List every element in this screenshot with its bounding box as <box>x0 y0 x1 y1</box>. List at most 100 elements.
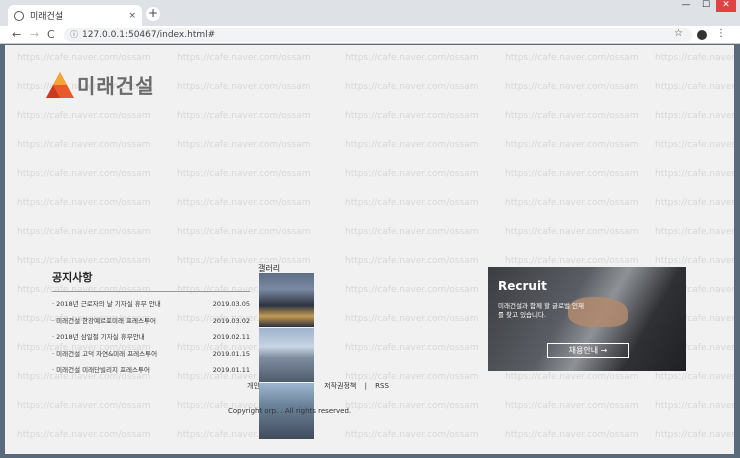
notice-item-date: 2019.01.11 <box>212 366 250 374</box>
watermark-text: https://cafe.naver.com/ossam <box>177 256 311 266</box>
logo-triangle-icon <box>46 71 74 98</box>
maximize-button[interactable]: ☐ <box>696 0 716 12</box>
notice-item[interactable]: · 2018년 근로자의 날 기자실 휴무 안내 2019.03.05 <box>52 296 250 313</box>
tab-close-icon[interactable]: × <box>128 11 136 21</box>
notice-item[interactable]: · 미래건설 미래단빌리지 프레스투어 2019.01.11 <box>52 362 250 379</box>
watermark-text: https://cafe.naver.com/ossam <box>655 53 734 63</box>
copyright-text: Copyright orp. . All rights reserved. <box>228 407 352 415</box>
forward-button[interactable]: → <box>30 28 39 41</box>
site-logo[interactable]: 미래건설 <box>45 70 155 99</box>
watermark-text: https://cafe.naver.com/ossam <box>177 53 311 63</box>
notice-board: 공지사항 · 2018년 근로자의 날 기자실 휴무 안내 2019.03.05 … <box>52 269 250 379</box>
watermark-text: https://cafe.naver.com/ossam <box>505 140 639 150</box>
browser-menu-icon[interactable]: ⋮ <box>716 28 726 39</box>
notice-item-title: · 미래건설 한강예르포미래 프레스투어 <box>52 316 156 325</box>
watermark-text: https://cafe.naver.com/ossam <box>505 169 639 179</box>
watermark-text: https://cafe.naver.com/ossam <box>17 401 151 411</box>
footer-divider: | <box>364 382 367 390</box>
recruit-button[interactable]: 채용안내 → <box>547 343 629 358</box>
recruit-banner[interactable]: Recruit 미래건설과 함께 할 글로벌 인재를 찾고 있습니다. 채용안내… <box>488 267 686 371</box>
watermark-text: https://cafe.naver.com/ossam <box>655 169 734 179</box>
watermark-text: https://cafe.naver.com/ossam <box>17 169 151 179</box>
watermark-text: https://cafe.naver.com/ossam <box>17 198 151 208</box>
window-controls: — ☐ ✕ <box>676 0 736 12</box>
watermark-text: https://cafe.naver.com/ossam <box>505 372 639 382</box>
watermark-text: https://cafe.naver.com/ossam <box>345 285 479 295</box>
footer-links: 개인 저작권정책 | RSS <box>247 381 395 391</box>
footer-link-rss[interactable]: RSS <box>375 382 389 390</box>
watermark-text: https://cafe.naver.com/ossam <box>345 227 479 237</box>
url-text: 127.0.0.1:50467/index.html# <box>82 30 216 40</box>
recruit-text: 미래건설과 함께 할 글로벌 인재를 찾고 있습니다. <box>498 302 585 319</box>
watermark-text: https://cafe.naver.com/ossam <box>505 198 639 208</box>
minimize-button[interactable]: — <box>676 0 696 12</box>
watermark-text: https://cafe.naver.com/ossam <box>655 111 734 121</box>
watermark-text: https://cafe.naver.com/ossam <box>177 198 311 208</box>
watermark-text: https://cafe.naver.com/ossam <box>345 314 479 324</box>
footer-link-privacy[interactable]: 개인 <box>247 382 260 390</box>
watermark-text: https://cafe.naver.com/ossam <box>17 227 151 237</box>
watermark-text: https://cafe.naver.com/ossam <box>655 198 734 208</box>
watermark-text: https://cafe.naver.com/ossam <box>17 430 151 440</box>
watermark-text: https://cafe.naver.com/ossam <box>655 430 734 440</box>
notice-item[interactable]: · 2018년 삼일절 기자실 휴무안내 2019.02.11 <box>52 329 250 346</box>
reload-button[interactable]: C <box>47 28 55 41</box>
watermark-text: https://cafe.naver.com/ossam <box>505 401 639 411</box>
watermark-text: https://cafe.naver.com/ossam <box>345 401 479 411</box>
notice-item-title: · 미래건설 고덕 자연&미래 프레스투어 <box>52 349 158 358</box>
watermark-text: https://cafe.naver.com/ossam <box>17 53 151 63</box>
notice-list: · 2018년 근로자의 날 기자실 휴무 안내 2019.03.05 · 미래건… <box>52 296 250 379</box>
watermark-text: https://cafe.naver.com/ossam <box>655 140 734 150</box>
notice-item-title: · 2018년 삼일절 기자실 휴무안내 <box>52 333 145 341</box>
watermark-text: https://cafe.naver.com/ossam <box>177 111 311 121</box>
watermark-text: https://cafe.naver.com/ossam <box>505 227 639 237</box>
notice-item[interactable]: · 미래건설 한강예르포미래 프레스투어 2019.03.02 <box>52 313 250 330</box>
gallery-thumbnail[interactable] <box>259 273 314 327</box>
page-viewport: https://cafe.naver.com/ossam https://cafe… <box>5 45 734 454</box>
logo-text: 미래건설 <box>77 74 155 98</box>
tab-title: 미래건설 <box>30 12 64 22</box>
address-bar: ← → C ⓘ 127.0.0.1:50467/index.html# ☆ ⋮ <box>0 26 740 44</box>
watermark-text: https://cafe.naver.com/ossam <box>655 256 734 266</box>
watermark-text: https://cafe.naver.com/ossam <box>345 430 479 440</box>
notice-item-date: 2019.01.15 <box>212 349 250 358</box>
browser-tabbar: 미래건설 × + — ☐ ✕ <box>0 0 740 26</box>
info-icon: ⓘ <box>70 30 78 39</box>
watermark-text: https://cafe.naver.com/ossam <box>655 372 734 382</box>
notice-item-date: 2019.02.11 <box>212 333 250 341</box>
profile-icon[interactable] <box>697 30 707 40</box>
watermark-text: https://cafe.naver.com/ossam <box>17 111 151 121</box>
notice-item-date: 2019.03.05 <box>212 300 250 308</box>
watermark-text: https://cafe.naver.com/ossam <box>505 111 639 121</box>
notice-item-date: 2019.03.02 <box>212 316 250 325</box>
watermark-text: https://cafe.naver.com/ossam <box>345 111 479 121</box>
close-window-button[interactable]: ✕ <box>716 0 736 12</box>
watermark-text: https://cafe.naver.com/ossam <box>345 53 479 63</box>
watermark-text: https://cafe.naver.com/ossam <box>655 82 734 92</box>
watermark-text: https://cafe.naver.com/ossam <box>345 256 479 266</box>
footer-link-copyright-policy[interactable]: 저작권정책 <box>324 382 356 390</box>
new-tab-button[interactable]: + <box>146 7 160 21</box>
watermark-text: https://cafe.naver.com/ossam <box>505 256 639 266</box>
watermark-text: https://cafe.naver.com/ossam <box>345 82 479 92</box>
notice-title[interactable]: 공지사항 <box>52 269 250 292</box>
notice-item[interactable]: · 미래건설 고덕 자연&미래 프레스투어 2019.01.15 <box>52 346 250 363</box>
watermark-text: https://cafe.naver.com/ossam <box>505 430 639 440</box>
globe-icon <box>14 10 24 21</box>
browser-tab[interactable]: 미래건설 × <box>8 5 142 26</box>
watermark-text: https://cafe.naver.com/ossam <box>505 82 639 92</box>
watermark-text: https://cafe.naver.com/ossam <box>17 140 151 150</box>
watermark-text: https://cafe.naver.com/ossam <box>345 169 479 179</box>
back-button[interactable]: ← <box>12 28 21 41</box>
notice-item-title: · 2018년 근로자의 날 기자실 휴무 안내 <box>52 300 161 308</box>
url-field[interactable]: ⓘ 127.0.0.1:50467/index.html# <box>64 28 692 42</box>
watermark-text: https://cafe.naver.com/ossam <box>177 169 311 179</box>
recruit-title: Recruit <box>498 279 547 293</box>
watermark-text: https://cafe.naver.com/ossam <box>177 82 311 92</box>
watermark-text: https://cafe.naver.com/ossam <box>345 198 479 208</box>
watermark-text: https://cafe.naver.com/ossam <box>655 401 734 411</box>
bookmark-star-icon[interactable]: ☆ <box>674 28 683 39</box>
watermark-text: https://cafe.naver.com/ossam <box>177 140 311 150</box>
watermark-text: https://cafe.naver.com/ossam <box>17 256 151 266</box>
gallery-thumbnail[interactable] <box>259 328 314 382</box>
